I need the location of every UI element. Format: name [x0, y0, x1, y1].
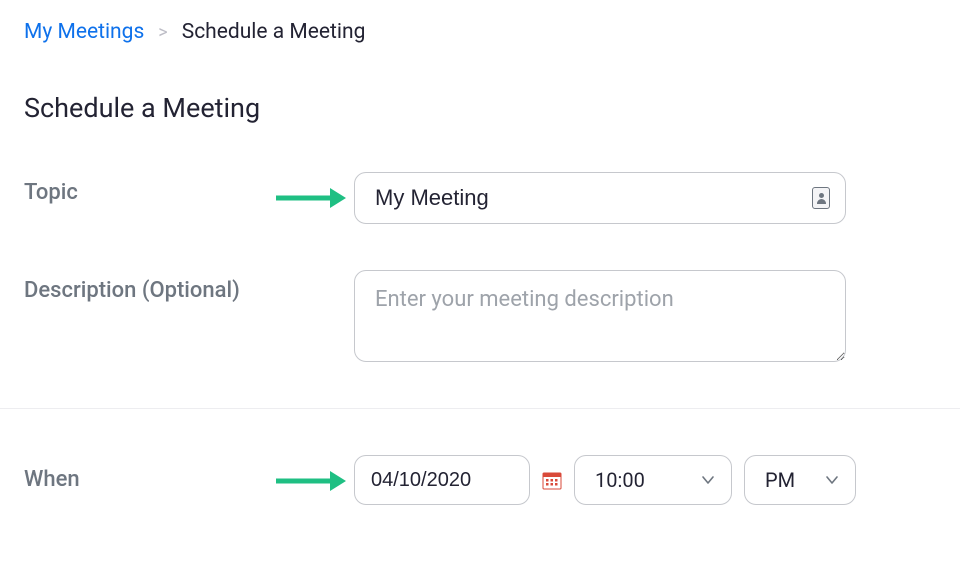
row-when: When 10:00 PM [24, 455, 936, 505]
time-select[interactable]: 10:00 [574, 455, 732, 505]
calendar-icon[interactable] [542, 470, 562, 490]
contact-card-icon [812, 187, 830, 209]
label-description: Description (Optional) [24, 270, 354, 303]
description-textarea[interactable] [354, 270, 846, 362]
breadcrumb-link-my-meetings[interactable]: My Meetings [24, 20, 144, 44]
row-topic: Topic [24, 172, 936, 224]
breadcrumb-separator: > [158, 22, 167, 43]
time-value: 10:00 [595, 468, 645, 492]
breadcrumb: My Meetings > Schedule a Meeting [24, 20, 936, 44]
chevron-down-icon [701, 473, 715, 487]
date-input[interactable] [354, 455, 530, 505]
label-topic: Topic [24, 172, 354, 205]
label-when: When [24, 455, 354, 492]
breadcrumb-current: Schedule a Meeting [182, 20, 366, 44]
ampm-select[interactable]: PM [744, 455, 856, 505]
chevron-down-icon [825, 473, 839, 487]
ampm-value: PM [765, 468, 795, 492]
section-divider [0, 408, 960, 409]
topic-input[interactable] [354, 172, 846, 224]
row-description: Description (Optional) [24, 270, 936, 362]
page-title: Schedule a Meeting [24, 92, 936, 124]
